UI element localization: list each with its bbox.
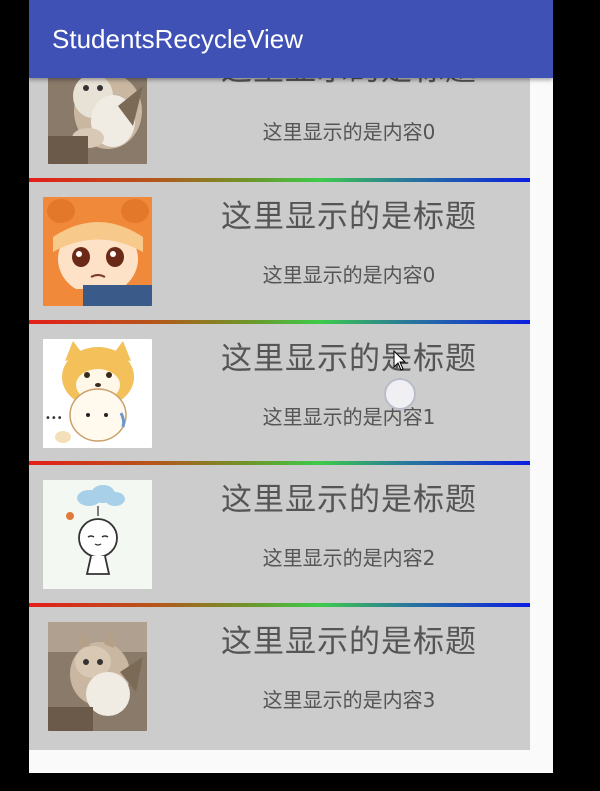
item-divider — [29, 603, 530, 607]
item-title: 这里显示的是标题 — [221, 624, 477, 660]
item-content: 这里显示的是内容3 — [262, 688, 436, 712]
item-content: 这里显示的是内容0 — [262, 120, 436, 144]
item-content: 这里显示的是内容0 — [262, 263, 436, 287]
app-screen: 这里显示的是标题 这里显示的是内容0 — [29, 0, 553, 773]
item-title: 这里显示的是标题 — [221, 341, 477, 377]
app-title: StudentsRecycleView — [52, 24, 303, 54]
anime-girl-image — [43, 197, 152, 306]
list-edge — [530, 0, 553, 773]
item-divider — [29, 461, 530, 465]
item-title: 这里显示的是标题 — [221, 199, 477, 235]
list-item[interactable]: 这里显示的是标题 这里显示的是内容3 — [29, 608, 530, 745]
item-divider — [29, 178, 530, 182]
item-divider — [29, 320, 530, 324]
list-item[interactable]: 这里显示的是标题 这里显示的是内容2 — [29, 466, 530, 603]
list-item[interactable]: ••• 这里显示的是标题 这里显示的是内容1 — [29, 325, 530, 462]
item-title: 这里显示的是标题 — [221, 482, 477, 518]
item-content: 这里显示的是内容2 — [262, 546, 436, 570]
kitten-photo-image — [48, 622, 147, 731]
cloud-stick-figure-image — [43, 480, 152, 589]
list-item[interactable]: 这里显示的是标题 这里显示的是内容0 — [29, 183, 530, 320]
mouse-pointer-icon — [393, 349, 407, 376]
item-content: 这里显示的是内容1 — [262, 405, 436, 429]
app-bar: StudentsRecycleView — [29, 0, 553, 78]
recycler-view[interactable]: 这里显示的是标题 这里显示的是内容0 — [29, 0, 553, 773]
touch-indicator — [384, 378, 416, 410]
svg-text:•••: ••• — [45, 413, 63, 424]
shiba-cartoon-image: ••• — [43, 339, 152, 448]
